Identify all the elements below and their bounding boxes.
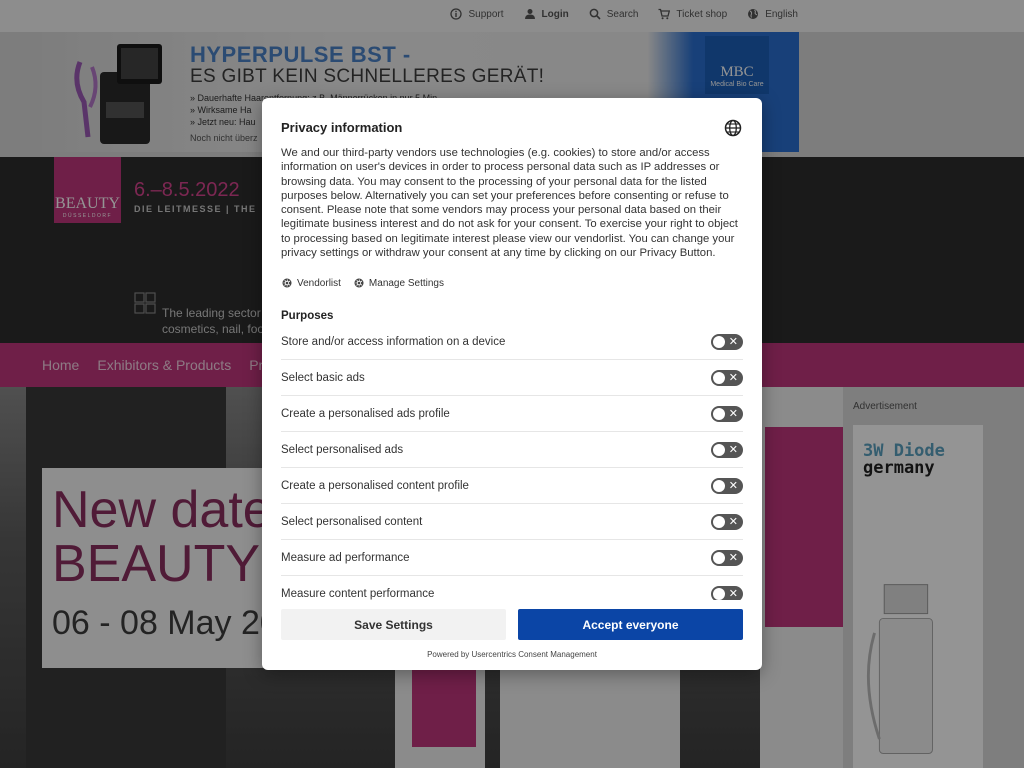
purpose-toggle[interactable]: ✕	[711, 333, 743, 350]
toggle-knob	[713, 551, 725, 564]
manage-settings-label: Manage Settings	[368, 277, 444, 289]
purpose-label: Select basic ads	[281, 371, 365, 384]
close-icon: ✕	[728, 407, 738, 420]
modal-links: Vendorlist Manage Settings	[281, 277, 444, 289]
purpose-label: Create a personalised ads profile	[281, 407, 450, 420]
purpose-label: Create a personalised content profile	[281, 479, 469, 492]
privacy-modal: Privacy information We and our third-par…	[262, 98, 762, 670]
purpose-row: Measure content performance ✕	[281, 576, 743, 600]
purpose-toggle[interactable]: ✕	[711, 585, 743, 600]
modal-title: Privacy information	[281, 120, 403, 135]
gear-icon	[354, 278, 364, 288]
purpose-row: Select personalised content ✕	[281, 504, 743, 540]
purpose-label: Select personalised content	[281, 515, 423, 528]
purpose-row: Select basic ads ✕	[281, 360, 743, 396]
purpose-label: Select personalised ads	[281, 443, 404, 456]
purpose-toggle[interactable]: ✕	[711, 477, 743, 494]
accept-everyone-button[interactable]: Accept everyone	[518, 609, 743, 640]
purpose-toggle[interactable]: ✕	[711, 441, 743, 458]
close-icon: ✕	[728, 515, 738, 528]
purpose-row: Create a personalised ads profile ✕	[281, 396, 743, 432]
powered-by-text: Powered by Usercentrics Consent Manageme…	[427, 650, 597, 659]
close-icon: ✕	[728, 479, 738, 492]
purpose-label: Store and/or access information on a dev…	[281, 335, 506, 348]
toggle-knob	[713, 443, 725, 456]
language-globe-icon[interactable]	[724, 119, 742, 137]
purpose-toggle[interactable]: ✕	[711, 513, 743, 530]
toggle-knob	[713, 587, 725, 600]
purposes-list: Store and/or access information on a dev…	[281, 324, 743, 600]
close-icon: ✕	[728, 587, 738, 600]
purposes-scroll-area[interactable]: Purposes Store and/or access information…	[262, 303, 762, 600]
purposes-heading: Purposes	[281, 310, 334, 322]
purpose-toggle[interactable]: ✕	[711, 549, 743, 566]
purpose-toggle[interactable]: ✕	[711, 369, 743, 386]
close-icon: ✕	[728, 443, 738, 456]
toggle-knob	[713, 407, 725, 420]
vendorlist-link[interactable]: Vendorlist	[281, 277, 341, 289]
purpose-row: Measure ad performance ✕	[281, 540, 743, 576]
purpose-label: Measure content performance	[281, 587, 435, 600]
vendorlist-label: Vendorlist	[297, 277, 341, 289]
manage-settings-link[interactable]: Manage Settings	[353, 277, 444, 289]
gear-icon	[282, 278, 292, 288]
privacy-description: We and our third-party vendors use techn…	[281, 147, 738, 260]
purpose-row: Store and/or access information on a dev…	[281, 324, 743, 360]
close-icon: ✕	[728, 371, 738, 384]
toggle-knob	[713, 515, 725, 528]
purpose-row: Select personalised ads ✕	[281, 432, 743, 468]
purpose-row: Create a personalised content profile ✕	[281, 468, 743, 504]
purpose-label: Measure ad performance	[281, 551, 410, 564]
save-settings-button[interactable]: Save Settings	[281, 609, 506, 640]
close-icon: ✕	[728, 335, 738, 348]
toggle-knob	[713, 371, 725, 384]
purpose-toggle[interactable]: ✕	[711, 405, 743, 422]
toggle-knob	[713, 335, 725, 348]
toggle-knob	[713, 479, 725, 492]
close-icon: ✕	[728, 551, 738, 564]
